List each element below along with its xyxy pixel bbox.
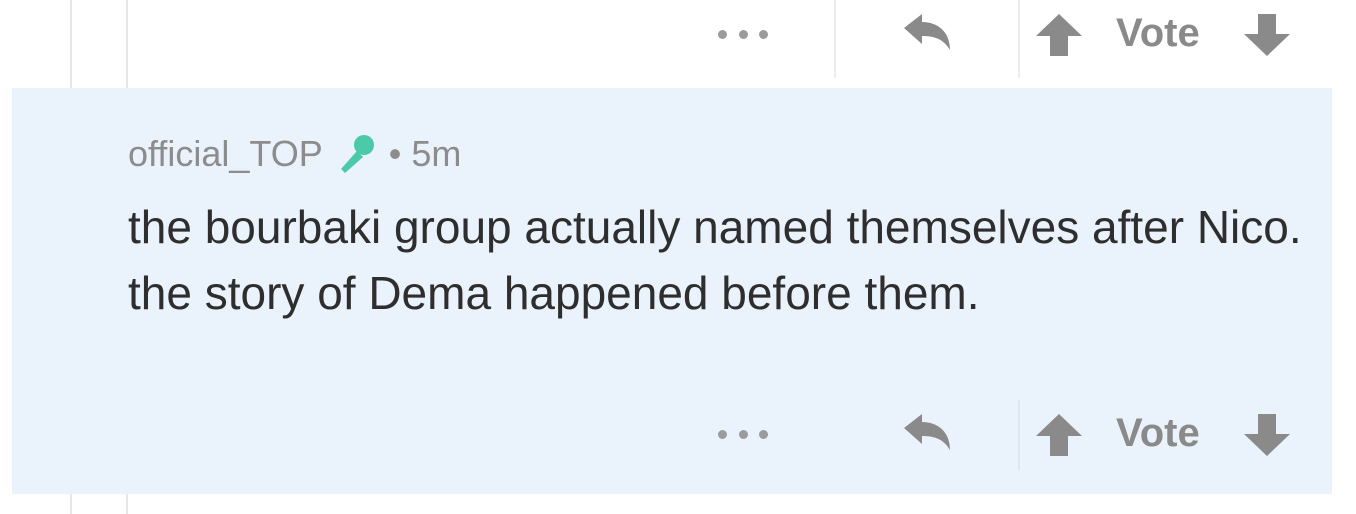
downvote-arrow-icon[interactable]: [1242, 12, 1292, 58]
vote-label: Vote: [1116, 11, 1200, 55]
thread-line: [70, 494, 72, 514]
comment-action-bar: Vote: [0, 400, 1356, 480]
reply-arrow-icon[interactable]: [900, 10, 956, 56]
more-dots-icon[interactable]: [718, 426, 768, 442]
previous-comment-action-bar: Vote: [0, 0, 1356, 80]
thread-line: [126, 494, 128, 514]
microphone-icon: [340, 135, 374, 173]
more-dots-icon[interactable]: [718, 26, 768, 42]
comment-meta: official_TOP • 5m: [128, 130, 461, 178]
username[interactable]: official_TOP: [128, 130, 323, 178]
reply-arrow-icon[interactable]: [900, 410, 956, 456]
divider: [834, 0, 836, 78]
timestamp: 5m: [411, 133, 462, 174]
upvote-arrow-icon[interactable]: [1034, 12, 1084, 58]
downvote-arrow-icon[interactable]: [1242, 412, 1292, 458]
meta-separator: •: [388, 133, 402, 174]
vote-label: Vote: [1116, 411, 1200, 455]
divider: [1018, 400, 1020, 470]
divider: [1018, 0, 1020, 78]
comment-body: the bourbaki group actually named themse…: [128, 201, 1302, 319]
upvote-arrow-icon[interactable]: [1034, 412, 1084, 458]
